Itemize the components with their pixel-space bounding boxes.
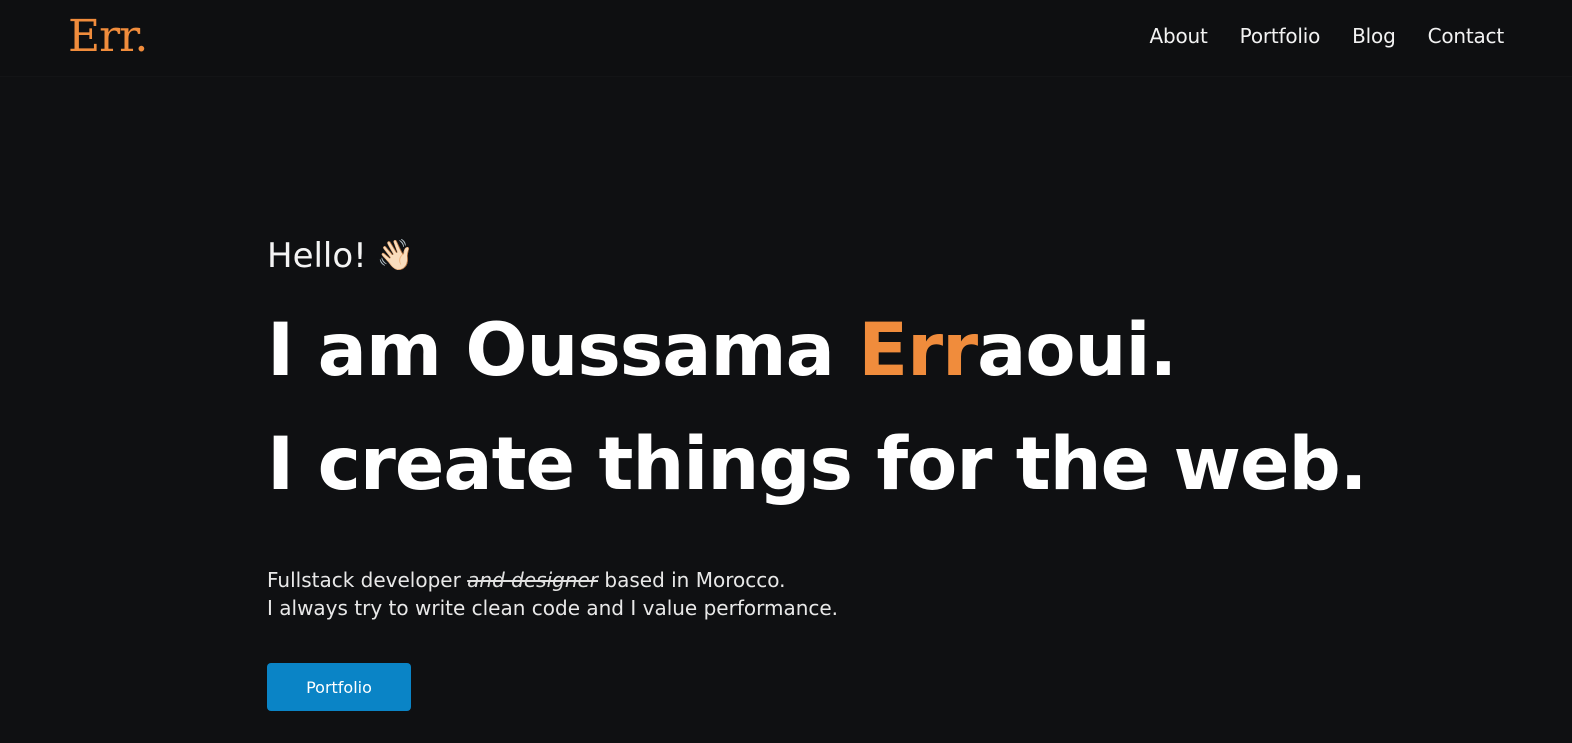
hero-section: Hello! 👋🏻 I am Oussama Erraoui. I create… [267,232,1467,622]
headline: I am Oussama Erraoui. [267,294,1467,408]
site-header: Err. About Portfolio Blog Contact [0,0,1572,76]
description-line1-start: Fullstack developer [267,568,468,592]
nav-link-portfolio[interactable]: Portfolio [1240,22,1321,50]
nav-link-blog[interactable]: Blog [1352,22,1396,50]
description-struck-text: and designer [467,568,599,592]
main-nav: About Portfolio Blog Contact [1150,22,1505,50]
logo[interactable]: Err. [68,10,148,64]
description-line2: I always try to write clean code and I v… [267,596,839,620]
greeting: Hello! 👋🏻 [267,232,1467,280]
description: Fullstack developer and designer based i… [267,566,1467,622]
waving-hand-icon: 👋🏻 [376,238,415,273]
headline-suffix: aoui. [977,308,1177,393]
portfolio-button[interactable]: Portfolio [267,663,411,711]
nav-link-contact[interactable]: Contact [1428,22,1505,50]
description-line1-end: based in Morocco. [598,568,786,592]
headline-accent: Err [858,308,978,393]
subheadline: I create things for the web. [267,422,1367,507]
greeting-text: Hello! [267,236,367,276]
nav-link-about[interactable]: About [1150,22,1208,50]
headline-prefix: I am Oussama [267,308,859,393]
